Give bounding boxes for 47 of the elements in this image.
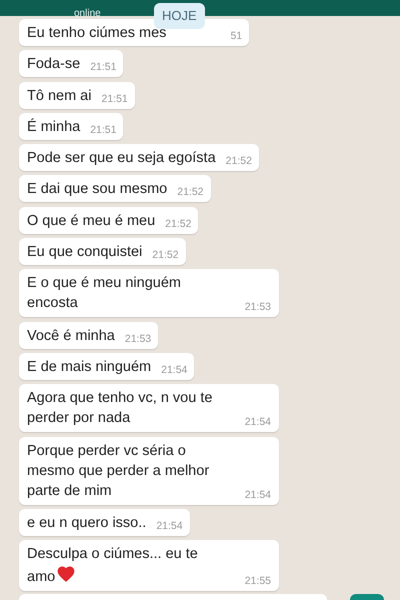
message-text: Agora que tenho vc, n vou te perder por nada [27, 390, 212, 426]
message-bubble[interactable]: Desculpa o ciúmes... eu te amo 21:55 [19, 540, 279, 592]
message-bubble[interactable]: e eu n quero isso.. 21:54 [19, 508, 190, 536]
message-bubble[interactable]: Foda-se 21:51 [19, 50, 124, 78]
message-bubble[interactable]: E dai que sou mesmo 21:52 [19, 175, 211, 202]
message-time: 21:54 [161, 362, 188, 377]
message-bubble[interactable]: E de mais ninguém 21:54 [19, 352, 194, 380]
mic-button[interactable] [350, 594, 384, 600]
message-text: E dai que sou mesmo [27, 181, 168, 198]
message-text: Pode ser que eu seja egoísta [27, 150, 216, 166]
message-time: 21:51 [90, 60, 116, 74]
message-bubble[interactable]: Porque perder vc séria o mesmo que perder a melhor parte de mim 21:54 [19, 436, 279, 505]
message-text: Porque perder vc séria o mesmo que perder a melhor parte de mim [27, 442, 210, 499]
message-text: O que é meu é meu [27, 212, 156, 229]
message-input-field[interactable] [19, 594, 327, 600]
message-time: 21:52 [165, 216, 192, 231]
message-time: 21:53 [124, 332, 152, 346]
message-text: E de mais ninguém [27, 358, 152, 375]
date-badge: HOJE [154, 3, 205, 28]
message-text: Foda-se [27, 56, 80, 72]
message-text: E o que é meu ninguém encosta [27, 275, 181, 312]
message-time: 21:52 [177, 185, 204, 200]
message-text: Eu que conquistei [27, 244, 142, 260]
message-bubble[interactable]: Você é minha 21:53 [19, 322, 158, 349]
message-time: 21:51 [90, 122, 116, 137]
message-text: Desculpa o ciúmes... eu te amo [27, 546, 198, 586]
message-text: Tô nem ai [27, 88, 92, 104]
message-time: 21:53 [244, 300, 271, 314]
message-time: 21:55 [244, 574, 271, 588]
message-time: 21:51 [101, 92, 128, 106]
message-bubble[interactable]: E o que é meu ninguém encosta 21:53 [19, 269, 279, 318]
message-bubble[interactable]: Agora que tenho vc, n vou te perder por nada 21:54 [19, 384, 279, 432]
message-text: É minha [27, 118, 80, 135]
message-bubble[interactable]: Eu tenho ciúmes mes 51 [19, 19, 250, 46]
message-time: 21:54 [244, 415, 271, 430]
message-time: 21:52 [152, 248, 179, 262]
message-text: Você é minha [27, 328, 115, 344]
message-bubble[interactable]: O que é meu é meu 21:52 [19, 206, 198, 234]
message-bubble[interactable]: É minha 21:51 [19, 112, 124, 140]
message-time: 21:54 [244, 488, 271, 502]
message-bubble[interactable]: Tô nem ai 21:51 [19, 82, 135, 109]
message-time: 21:54 [156, 518, 183, 533]
message-bubble[interactable]: Pode ser que eu seja egoísta 21:52 [19, 144, 259, 172]
message-time: 51 [230, 29, 242, 43]
message-text: e eu n quero isso.. [27, 514, 146, 531]
message-time: 21:52 [226, 154, 252, 168]
message-bubble[interactable]: Eu que conquistei 21:52 [19, 238, 186, 266]
